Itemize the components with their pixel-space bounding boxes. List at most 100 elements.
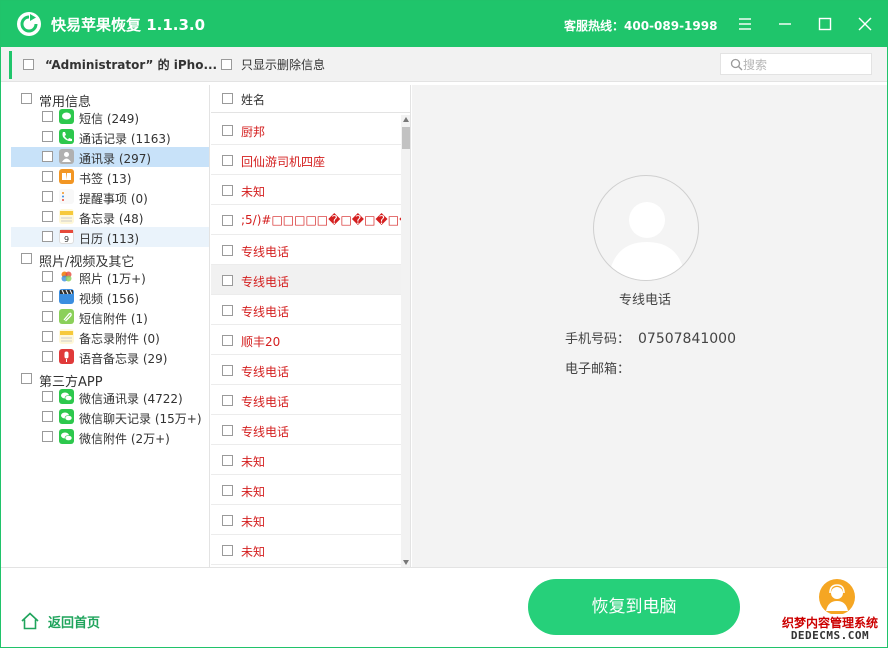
list-item[interactable]: 未知 xyxy=(211,175,401,205)
item-checkbox[interactable] xyxy=(42,191,53,202)
item-checkbox[interactable] xyxy=(42,351,53,362)
row-checkbox[interactable] xyxy=(222,305,233,316)
show-deleted-label[interactable]: 只显示删除信息 xyxy=(241,56,325,73)
tree-group-common[interactable]: 常用信息 xyxy=(11,89,210,110)
row-checkbox[interactable] xyxy=(222,455,233,466)
item-checkbox[interactable] xyxy=(42,131,53,142)
list-item[interactable]: 未知 xyxy=(211,445,401,475)
tree-item-voice-memos[interactable]: 语音备忘录 (29) xyxy=(11,347,209,367)
group-checkbox[interactable] xyxy=(21,373,32,384)
search-box[interactable] xyxy=(720,53,872,75)
item-label: 语音备忘录 (29) xyxy=(79,352,168,366)
tree-item-contacts[interactable]: 通讯录 (297) xyxy=(11,147,209,167)
tree-item-wechat-contacts[interactable]: 微信通讯录 (4722) xyxy=(11,387,209,407)
wechat-icon xyxy=(59,389,74,404)
list-item[interactable]: 专线电话 xyxy=(211,355,401,385)
customer-service-icon[interactable] xyxy=(819,579,855,615)
list-scrollbar[interactable] xyxy=(401,115,410,567)
item-checkbox[interactable] xyxy=(42,151,53,162)
category-tree: 常用信息 短信 (249) 通话记录 (1163) 通讯录 (297) 书签 (… xyxy=(11,85,210,567)
item-checkbox[interactable] xyxy=(42,211,53,222)
minimize-icon[interactable] xyxy=(774,13,796,35)
row-checkbox[interactable] xyxy=(222,335,233,346)
row-checkbox[interactable] xyxy=(222,485,233,496)
device-checkbox[interactable] xyxy=(23,59,34,70)
list-item[interactable]: 专线电话 xyxy=(211,235,401,265)
list-item[interactable]: 未知 xyxy=(211,475,401,505)
video-icon xyxy=(59,289,74,304)
maximize-icon[interactable] xyxy=(814,13,836,35)
row-checkbox[interactable] xyxy=(222,245,233,256)
contact-name: ;5/)#□□□□□�□�□�□�□� xyxy=(241,213,401,227)
tree-item-reminders[interactable]: 提醒事项 (0) xyxy=(11,187,209,207)
tree-item-photos[interactable]: 照片 (1万+) xyxy=(11,267,209,287)
contact-name: 专线电话 xyxy=(241,425,290,439)
tree-item-videos[interactable]: 视频 (156) xyxy=(11,287,209,307)
list-item[interactable]: 未知 xyxy=(211,505,401,535)
tree-item-sms[interactable]: 短信 (249) xyxy=(11,107,209,127)
contact-name: 未知 xyxy=(241,185,266,199)
list-item[interactable]: 未知 xyxy=(211,535,401,565)
row-checkbox[interactable] xyxy=(222,125,233,136)
list-item[interactable]: 专线电话 xyxy=(211,265,401,295)
item-checkbox[interactable] xyxy=(42,271,53,282)
close-icon[interactable] xyxy=(854,13,876,35)
wechat-icon xyxy=(59,409,74,424)
item-checkbox[interactable] xyxy=(42,291,53,302)
reminder-icon xyxy=(59,189,74,204)
item-checkbox[interactable] xyxy=(42,431,53,442)
tree-item-notes[interactable]: 备忘录 (48) xyxy=(11,207,209,227)
tree-item-call-log[interactable]: 通话记录 (1163) xyxy=(11,127,209,147)
scroll-up-icon[interactable] xyxy=(403,117,409,122)
tree-item-calendar[interactable]: 9 日历 (113) xyxy=(11,227,209,247)
group-checkbox[interactable] xyxy=(21,253,32,264)
item-checkbox[interactable] xyxy=(42,391,53,402)
tree-item-notes-attachments[interactable]: 备忘录附件 (0) xyxy=(11,327,209,347)
item-checkbox[interactable] xyxy=(42,311,53,322)
row-checkbox[interactable] xyxy=(222,515,233,526)
list-item[interactable]: 专线电话 xyxy=(211,385,401,415)
scroll-thumb[interactable] xyxy=(402,127,410,149)
tree-item-bookmarks[interactable]: 书签 (13) xyxy=(11,167,209,187)
tree-group-media[interactable]: 照片/视频及其它 xyxy=(11,249,210,270)
row-checkbox[interactable] xyxy=(222,395,233,406)
tree-item-sms-attachments[interactable]: 短信附件 (1) xyxy=(11,307,209,327)
group-checkbox[interactable] xyxy=(21,93,32,104)
photos-icon xyxy=(59,269,74,284)
row-checkbox[interactable] xyxy=(222,275,233,286)
row-checkbox[interactable] xyxy=(222,365,233,376)
row-checkbox[interactable] xyxy=(222,155,233,166)
phone-row: 手机号码： 07507841000 xyxy=(565,328,736,347)
list-item[interactable]: 厨邦 xyxy=(211,115,401,145)
list-item[interactable]: 回仙游司机四座 xyxy=(211,145,401,175)
tree-group-third-party[interactable]: 第三方APP xyxy=(11,369,210,390)
list-item[interactable]: 顺丰20 xyxy=(211,325,401,355)
restore-to-computer-button[interactable]: 恢复到电脑 xyxy=(528,579,740,635)
home-icon[interactable] xyxy=(20,611,40,631)
tree-item-wechat-chats[interactable]: 微信聊天记录 (15万+) xyxy=(11,407,209,427)
item-checkbox[interactable] xyxy=(42,231,53,242)
item-checkbox[interactable] xyxy=(42,331,53,342)
row-checkbox[interactable] xyxy=(222,545,233,556)
list-item[interactable]: 专线电话 xyxy=(211,415,401,445)
row-checkbox[interactable] xyxy=(222,215,233,226)
search-input[interactable] xyxy=(743,56,868,73)
item-checkbox[interactable] xyxy=(42,111,53,122)
item-label: 备忘录附件 (0) xyxy=(79,332,160,346)
email-label: 电子邮箱： xyxy=(565,362,631,377)
show-deleted-checkbox[interactable] xyxy=(221,59,232,70)
scroll-down-icon[interactable] xyxy=(403,560,409,565)
list-item[interactable]: ;5/)#□□□□□�□�□�□�□� xyxy=(211,205,401,235)
bookmark-icon xyxy=(59,169,74,184)
list-item[interactable]: 专线电话 xyxy=(211,295,401,325)
menu-icon[interactable] xyxy=(734,13,756,35)
tree-item-wechat-attachments[interactable]: 微信附件 (2万+) xyxy=(11,427,209,447)
item-label: 微信附件 (2万+) xyxy=(79,432,170,446)
row-checkbox[interactable] xyxy=(222,425,233,436)
row-checkbox[interactable] xyxy=(222,185,233,196)
back-home-link[interactable]: 返回首页 xyxy=(48,612,100,631)
item-checkbox[interactable] xyxy=(42,171,53,182)
select-all-checkbox[interactable] xyxy=(222,93,233,104)
item-label: 通话记录 (1163) xyxy=(79,132,171,146)
item-checkbox[interactable] xyxy=(42,411,53,422)
